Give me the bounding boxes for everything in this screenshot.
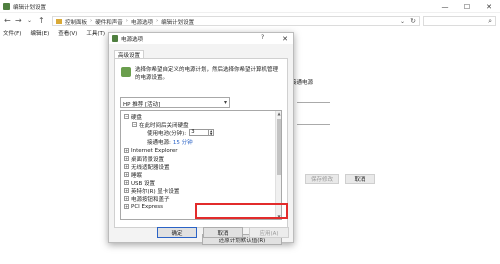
menu-bar: 文件(F) 编辑(E) 查看(V) 工具(T) <box>0 29 105 38</box>
menu-tools[interactable]: 工具(T) <box>86 29 105 38</box>
dialog-title: 电源选项 <box>121 37 144 43</box>
search-icon: ⌕ <box>488 17 492 25</box>
expand-icon[interactable]: + <box>124 172 129 177</box>
tree-item-value[interactable]: 15 分钟 <box>173 138 193 146</box>
tree-item-label: 硬盘 <box>131 114 143 121</box>
tree-item[interactable]: 接通电源: 15 分钟 <box>147 138 193 146</box>
tree-item[interactable]: + 无线适配器设置 <box>124 163 170 171</box>
tree-item[interactable]: − 在此时间后关闭硬盘 <box>132 121 189 129</box>
menu-file[interactable]: 文件(F) <box>3 29 21 38</box>
expand-icon[interactable]: + <box>124 188 129 193</box>
scroll-up-icon[interactable]: ▲ <box>276 111 281 116</box>
tree-item[interactable]: + 桌面背景设置 <box>124 155 165 163</box>
recent-locations-icon[interactable]: ⌄ <box>27 17 32 24</box>
control-panel-icon <box>56 19 62 24</box>
back-arrow-icon[interactable]: ← <box>4 16 11 25</box>
background-cancel-button[interactable]: 取消 <box>345 174 375 184</box>
dialog-titlebar: 电源选项 ? ✕ <box>109 33 293 44</box>
address-box[interactable]: 控制面板 › 硬件和声音 › 电源选项 › 编辑计划设置 ⌄ ↻ <box>52 16 420 26</box>
breadcrumb-edit-plan[interactable]: 编辑计划设置 <box>161 18 194 26</box>
tree-item-label: 使用电池(分钟): <box>147 130 187 137</box>
menu-view[interactable]: 查看(V) <box>58 29 77 38</box>
tree-item-label: 在此时间后关闭硬盘 <box>139 122 189 129</box>
power-plan-icon <box>121 67 131 77</box>
tree-item-label: 无线适配器设置 <box>131 164 170 171</box>
minutes-stepper[interactable]: 3 ▲ ▼ <box>189 129 215 136</box>
tree-item-label: 睡眠 <box>131 172 143 179</box>
search-input[interactable]: ⌕ <box>423 16 496 26</box>
minimize-button[interactable]: — <box>434 0 456 13</box>
battery-icon <box>112 35 118 42</box>
tree-item-label: 电源按钮和盖子 <box>131 196 170 203</box>
breadcrumb-power-options[interactable]: 电源选项 <box>131 18 153 26</box>
plugged-in-display-select[interactable] <box>297 98 330 103</box>
close-button[interactable]: ✕ <box>478 0 500 13</box>
tree-item-label: Internet Explorer <box>131 147 178 154</box>
chevron-down-icon: ▾ <box>223 99 227 106</box>
tree-item-label: 英特尔(R) 显卡设置 <box>131 188 180 195</box>
plugged-in-label: 接通电源 <box>291 80 314 86</box>
window-title: 编辑计划设置 <box>13 5 47 11</box>
expand-icon[interactable]: + <box>124 164 129 169</box>
plan-select[interactable]: HP 推荐 [活动] ▾ <box>120 97 230 108</box>
tree-item[interactable]: + 英特尔(R) 显卡设置 <box>124 187 180 195</box>
expand-icon[interactable]: + <box>124 156 129 161</box>
forward-arrow-icon[interactable]: → <box>15 16 22 25</box>
tree-item[interactable]: − 硬盘 <box>124 113 143 121</box>
tree-item[interactable]: + USB 设置 <box>124 179 156 187</box>
window-titlebar: 编辑计划设置 — ☐ ✕ <box>0 0 500 13</box>
ok-button[interactable]: 确定 <box>157 227 197 238</box>
breadcrumb-control-panel[interactable]: 控制面板 <box>65 18 87 26</box>
tree-item[interactable]: 使用电池(分钟): 3 ▲ ▼ <box>147 129 215 137</box>
collapse-icon[interactable]: − <box>124 114 129 119</box>
tree-item[interactable]: + PCI Express <box>124 203 163 210</box>
plugged-in-sleep-select[interactable] <box>297 120 330 125</box>
tree-item-label: USB 设置 <box>131 180 156 187</box>
stepper-arrows-icon[interactable]: ▲ ▼ <box>209 129 215 136</box>
tree-item-label: 接通电源: <box>147 139 171 146</box>
refresh-icon[interactable]: ↻ <box>410 17 416 25</box>
menu-edit[interactable]: 编辑(E) <box>30 29 49 38</box>
plan-select-value: HP 推荐 [活动] <box>123 102 161 108</box>
scrollbar-thumb[interactable] <box>277 119 281 175</box>
breadcrumb-separator: › <box>90 18 93 24</box>
up-arrow-icon[interactable]: ↑ <box>38 16 45 25</box>
collapse-icon[interactable]: − <box>132 122 137 127</box>
breadcrumb-separator: › <box>125 18 128 24</box>
tree-item-label: PCI Express <box>131 203 164 210</box>
breadcrumb-hardware-sound[interactable]: 硬件和声音 <box>95 18 123 26</box>
window-controls: — ☐ ✕ <box>434 0 500 13</box>
maximize-button[interactable]: ☐ <box>456 0 478 13</box>
expand-icon[interactable]: + <box>124 204 129 209</box>
breadcrumb-separator: › <box>155 18 159 24</box>
address-dropdown-icon[interactable]: ⌄ <box>400 18 405 25</box>
tree-item[interactable]: + Internet Explorer <box>124 147 178 154</box>
cancel-button[interactable]: 取消 <box>203 227 243 238</box>
expand-icon[interactable]: + <box>124 180 129 185</box>
tree-item-label: 桌面背景设置 <box>131 156 165 163</box>
expand-icon[interactable]: + <box>124 148 129 153</box>
tree-item[interactable]: + 电源按钮和盖子 <box>124 195 170 203</box>
breadcrumb: 控制面板 › 硬件和声音 › 电源选项 › 编辑计划设置 <box>65 18 194 26</box>
help-icon[interactable]: ? <box>261 34 264 41</box>
address-bar: ← → ⌄ ↑ 控制面板 › 硬件和声音 › 电源选项 › 编辑计划设置 ⌄ ↻… <box>0 14 500 28</box>
dialog-close-button[interactable]: ✕ <box>277 33 293 44</box>
minutes-stepper-value[interactable]: 3 <box>189 129 210 136</box>
expand-icon[interactable]: + <box>124 196 129 201</box>
power-options-app-icon <box>3 3 10 10</box>
apply-button[interactable]: 应用(A) <box>249 227 289 238</box>
intro-text: 选择你希望自定义的电源计划，然后选择你希望计算机管理的电源设置。 <box>135 67 279 81</box>
restore-button-highlight <box>195 203 288 219</box>
save-changes-button[interactable]: 保存修改 <box>305 174 339 184</box>
tree-item[interactable]: + 睡眠 <box>124 171 143 179</box>
